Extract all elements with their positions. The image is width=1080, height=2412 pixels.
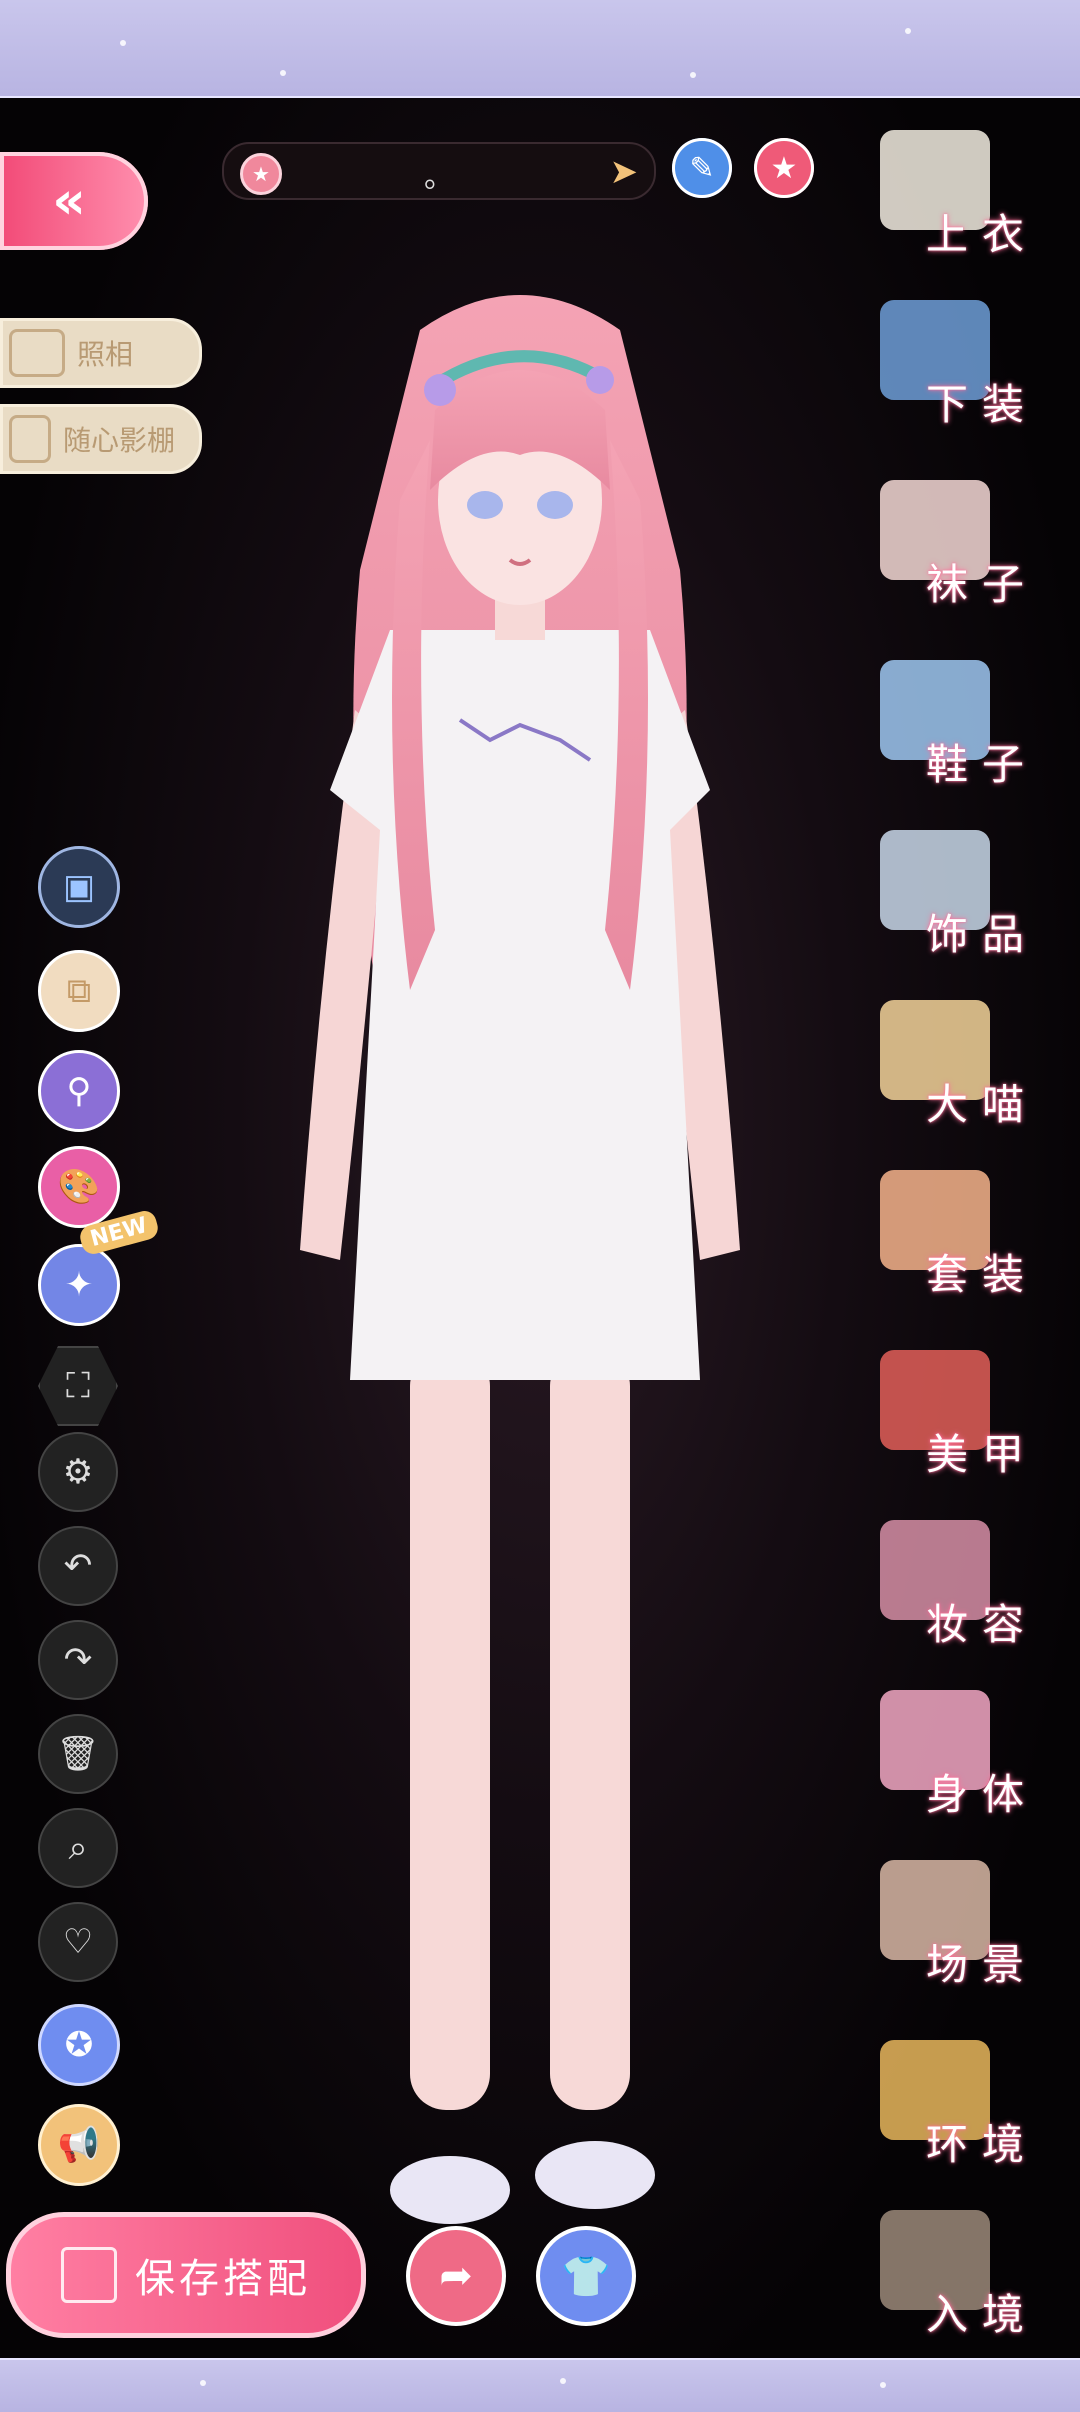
outfit-scan-button[interactable]: 👕: [536, 2226, 636, 2326]
category-top[interactable]: 上衣: [870, 130, 1070, 280]
undo-icon: ↶: [63, 1546, 93, 1586]
top-decor-bar: [0, 0, 1080, 98]
search-bar[interactable]: ★ 。 ➤: [222, 142, 656, 200]
camera-icon: [9, 329, 65, 377]
outfit-save-icon: [61, 2247, 117, 2303]
category-cat[interactable]: 大喵: [870, 1000, 1070, 1150]
sparkle-decor: [560, 2378, 566, 2384]
category-label: 美甲: [925, 1430, 1038, 1479]
redo-button[interactable]: ↷: [38, 1620, 118, 1700]
shirt-icon: 👕: [561, 2253, 611, 2300]
megaphone-icon: 📢: [57, 2125, 101, 2165]
sparkle-decor: [690, 72, 696, 78]
category-label: 袜子: [925, 560, 1038, 609]
category-nail-polish[interactable]: 美甲: [870, 1350, 1070, 1500]
search-person-tool[interactable]: ⚲: [38, 1050, 120, 1132]
sparkle-decor: [880, 2382, 886, 2388]
share-arrow-icon: ➦: [439, 2253, 473, 2299]
category-label: 套装: [925, 1250, 1038, 1299]
zoom-button[interactable]: ⌕: [38, 1808, 118, 1888]
save-outfit-button[interactable]: 保存搭配: [6, 2212, 366, 2338]
trash-icon: 🗑: [56, 1734, 100, 1774]
share-button[interactable]: ➦: [406, 2226, 506, 2326]
category-label: 鞋子: [925, 740, 1038, 789]
heart-icon: ♡: [62, 1922, 94, 1962]
fullscreen-icon: ⛶: [66, 1366, 90, 1406]
character-model[interactable]: [260, 270, 780, 2250]
delete-button[interactable]: 🗑: [38, 1714, 118, 1794]
arrow-right-icon[interactable]: ➤: [610, 152, 639, 192]
undo-button[interactable]: ↶: [38, 1526, 118, 1606]
star-badge-icon: ✪: [64, 2025, 94, 2065]
category-label: 饰品: [925, 910, 1038, 959]
person-search-icon: ⚲: [66, 1071, 92, 1111]
star-icon: ★: [770, 150, 798, 186]
category-shorts[interactable]: 下装: [870, 300, 1070, 450]
category-body[interactable]: 身体: [870, 1690, 1070, 1840]
category-label: 下装: [925, 380, 1038, 429]
magic-star-icon: ✦: [64, 1265, 94, 1305]
search-icon: ⌕: [68, 1828, 88, 1868]
redo-icon: ↷: [63, 1640, 93, 1680]
category-label: 大喵: [925, 1080, 1038, 1129]
studio-label: 随心影棚: [63, 424, 176, 457]
category-label: 场景: [925, 1940, 1038, 1989]
palette-tool[interactable]: 🎨: [38, 1146, 120, 1228]
category-window[interactable]: 入境: [870, 2210, 1070, 2360]
magic-star-tool[interactable]: ✦: [38, 1244, 120, 1326]
back-button[interactable]: «: [0, 152, 148, 250]
sparkle-decor: [200, 2380, 206, 2386]
category-label: 妆容: [925, 1600, 1038, 1649]
wardrobe-tool[interactable]: ▣: [38, 846, 120, 928]
announcement-button[interactable]: 📢: [38, 2104, 120, 2186]
box-icon: [9, 415, 51, 463]
copy-tool[interactable]: ⧉: [38, 950, 120, 1032]
sparkle-decor: [905, 28, 911, 34]
category-makeup[interactable]: 妆容: [870, 1520, 1070, 1670]
photo-button[interactable]: 照相: [0, 318, 202, 388]
category-outfit[interactable]: 套装: [870, 1170, 1070, 1320]
category-sock[interactable]: 袜子: [870, 480, 1070, 630]
bag-icon: ▣: [62, 867, 96, 907]
category-label: 上衣: [925, 210, 1038, 259]
category-scene[interactable]: 场景: [870, 1860, 1070, 2010]
settings-button[interactable]: ⚙: [38, 1432, 118, 1512]
bottom-decor-bar: [0, 2358, 1080, 2412]
photo-label: 照相: [77, 338, 134, 371]
edit-button[interactable]: ✎: [672, 138, 732, 198]
like-button[interactable]: ♡: [38, 1902, 118, 1982]
star-icon: ★: [240, 153, 282, 195]
favorite-star-button[interactable]: ★: [754, 138, 814, 198]
gear-icon: ⚙: [62, 1452, 94, 1492]
category-heel[interactable]: 鞋子: [870, 660, 1070, 810]
category-label: 入境: [925, 2290, 1038, 2339]
pencil-icon: ✎: [689, 150, 715, 186]
search-input[interactable]: 。: [284, 152, 594, 196]
category-label: 身体: [925, 1770, 1038, 1819]
category-tiara[interactable]: 饰品: [870, 830, 1070, 980]
sparkle-decor: [280, 70, 286, 76]
sparkle-decor: [120, 40, 126, 46]
palette-icon: 🎨: [57, 1167, 101, 1207]
category-moon[interactable]: 环境: [870, 2040, 1070, 2190]
copy-icon: ⧉: [66, 971, 92, 1011]
save-outfit-label: 保存搭配: [135, 2256, 311, 2302]
star-badge-button[interactable]: ✪: [38, 2004, 120, 2086]
double-chevron-left-icon: «: [52, 171, 85, 231]
studio-button[interactable]: 随心影棚: [0, 404, 202, 474]
category-label: 环境: [925, 2120, 1038, 2169]
